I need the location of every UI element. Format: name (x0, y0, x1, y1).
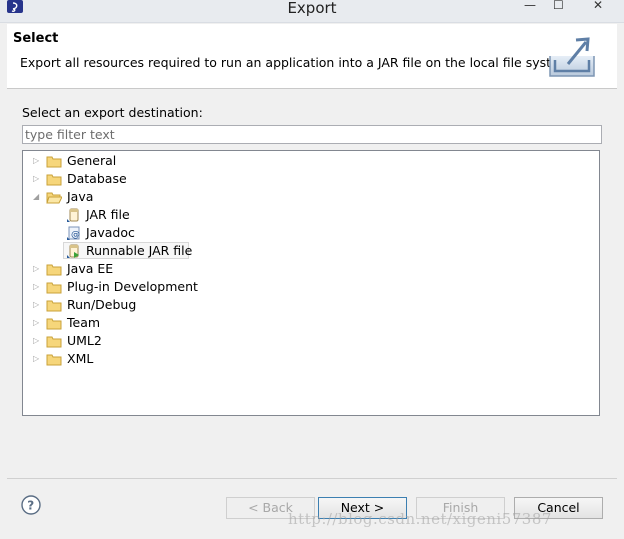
export-destination-label: Select an export destination: (22, 105, 203, 120)
collapse-arrow-icon[interactable]: ◢ (33, 191, 43, 203)
tree-item-runnable-jar-file[interactable]: Runnable JAR file (23, 242, 599, 260)
export-destination-tree[interactable]: ▷ General ▷ Database ◢ Java JAR file @ J… (22, 150, 600, 416)
tree-item-label: General (67, 153, 117, 168)
minimize-button[interactable]: — (524, 0, 536, 11)
tree-item-label: Database (67, 171, 127, 186)
folder-icon (46, 156, 62, 168)
watermark-text: http://blog.csdn.net/xigeni57387 (288, 510, 552, 528)
tree-item-java-ee[interactable]: ▷ Java EE (23, 260, 599, 278)
expand-arrow-icon[interactable]: ▷ (33, 317, 43, 329)
help-icon[interactable]: ? (21, 495, 41, 515)
tree-item-java[interactable]: ◢ Java (23, 188, 599, 206)
tree-item-label: Plug-in Development (67, 279, 198, 294)
wizard-header: Select Export all resources required to … (7, 24, 617, 89)
tree-item-label: XML (67, 351, 94, 366)
tree-item-label: UML2 (67, 333, 102, 348)
filter-input[interactable] (22, 125, 602, 144)
tree-item-label: Runnable JAR file (86, 243, 193, 258)
expand-arrow-icon[interactable]: ▷ (33, 353, 43, 365)
expand-arrow-icon[interactable]: ▷ (33, 281, 43, 293)
expand-arrow-icon[interactable]: ▷ (33, 155, 43, 167)
tree-item-run-debug[interactable]: ▷ Run/Debug (23, 296, 599, 314)
tree-item-label: JAR file (86, 207, 130, 222)
javadoc-icon: @ (67, 226, 80, 240)
expand-arrow-icon[interactable]: ▷ (33, 335, 43, 347)
tree-item-javadoc[interactable]: @ Javadoc (23, 224, 599, 242)
tree-item-xml[interactable]: ▷ XML (23, 350, 599, 368)
folder-icon (46, 336, 62, 348)
export-wizard-icon (549, 37, 595, 77)
tree-item-label: Javadoc (86, 225, 135, 240)
tree-item-general[interactable]: ▷ General (23, 152, 599, 170)
close-button[interactable]: ✕ (593, 0, 603, 11)
title-bar: Export — ☐ ✕ (0, 0, 624, 23)
jar-file-icon (67, 208, 79, 222)
folder-icon (46, 318, 62, 330)
folder-icon (46, 264, 62, 276)
tree-item-label: Java EE (67, 261, 114, 276)
page-title: Select (13, 31, 59, 46)
wizard-content: Select an export destination: ▷ General … (7, 89, 617, 478)
svg-text:?: ? (27, 499, 34, 513)
folder-open-icon (46, 192, 62, 204)
folder-icon (46, 300, 62, 312)
folder-icon (46, 354, 62, 366)
expand-arrow-icon[interactable]: ▷ (33, 263, 43, 275)
tree-item-label: Java (67, 189, 94, 204)
tree-item-label: Run/Debug (67, 297, 137, 312)
expand-arrow-icon[interactable]: ▷ (33, 299, 43, 311)
maximize-button[interactable]: ☐ (553, 0, 564, 11)
tree-item-team[interactable]: ▷ Team (23, 314, 599, 332)
tree-item-label: Team (67, 315, 101, 330)
runnable-jar-icon (67, 244, 79, 258)
tree-item-database[interactable]: ▷ Database (23, 170, 599, 188)
tree-item-uml2[interactable]: ▷ UML2 (23, 332, 599, 350)
folder-icon (46, 174, 62, 186)
expand-arrow-icon[interactable]: ▷ (33, 173, 43, 185)
page-description: Export all resources required to run an … (20, 55, 575, 70)
tree-item-plug-in-development[interactable]: ▷ Plug-in Development (23, 278, 599, 296)
svg-text:@: @ (71, 230, 80, 240)
tree-item-jar-file[interactable]: JAR file (23, 206, 599, 224)
folder-icon (46, 282, 62, 294)
